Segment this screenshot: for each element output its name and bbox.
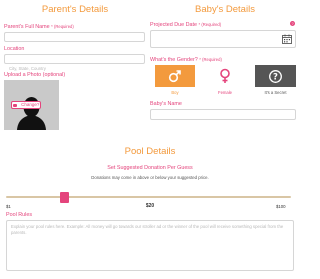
donation-slider[interactable] [6, 190, 291, 204]
parent-full-name-input[interactable] [4, 32, 145, 42]
pool-rules-label: Pool Rules [6, 212, 33, 218]
required-marker: * (Required) [51, 24, 74, 29]
parent-full-name-label: Parent's Full Name * (Required) [4, 24, 74, 30]
change-photo-label: Change? [21, 102, 40, 107]
donation-note: Donations may come in above or below you… [91, 175, 209, 180]
photo-placeholder[interactable]: Change? [4, 80, 59, 130]
male-symbol-icon [168, 70, 181, 83]
upload-photo-label: Upload a Photo (optional) [4, 72, 66, 78]
baby-name-input[interactable] [150, 109, 296, 120]
due-date-label-text: Projected Due Date [150, 22, 198, 28]
slider-track[interactable] [6, 196, 291, 198]
baby-name-label: Baby's Name [150, 101, 182, 107]
required-marker: * (Required) [198, 22, 222, 27]
due-date-input[interactable] [150, 30, 296, 48]
gender-selector: ? Boy Female It's a Secret [155, 65, 296, 99]
camera-icon [12, 103, 17, 107]
gender-label: What's the Gender? * (Required) [150, 57, 222, 63]
gender-secret-caption: It's a Secret [264, 90, 287, 95]
svg-text:?: ? [273, 72, 278, 82]
babys-details-title: Baby's Details [195, 4, 255, 15]
pool-rules-textarea[interactable]: Explain your pool rules here. Example: A… [6, 220, 294, 271]
pool-rules-placeholder: Explain your pool rules here. Example: A… [11, 224, 284, 235]
location-input[interactable]: City, State, Country [4, 54, 145, 71]
calendar-icon[interactable] [282, 34, 292, 44]
parents-details-title: Parent's Details [41, 4, 109, 15]
change-photo-button[interactable]: Change? [11, 101, 41, 109]
donation-heading: Set Suggested Donation Per Guess [107, 165, 193, 171]
gender-boy-caption: Boy [171, 90, 179, 95]
gender-female-button[interactable] [205, 65, 245, 87]
help-icon[interactable]: ? [290, 21, 295, 26]
location-label: Location [4, 46, 25, 52]
gender-label-text: What's the Gender? [150, 57, 198, 63]
due-date-label: Projected Due Date * (Required) [150, 22, 221, 28]
slider-min-label: $1 [6, 204, 11, 209]
slider-handle[interactable] [60, 191, 69, 203]
gender-female-caption: Female [218, 90, 232, 95]
slider-max-label: $100 [276, 204, 286, 209]
gender-secret-button[interactable]: ? [255, 65, 296, 87]
female-symbol-icon [220, 68, 230, 83]
gender-boy-button[interactable] [155, 65, 195, 87]
pool-details-title: Pool Details [124, 146, 176, 157]
slider-value-label: $20 [145, 203, 155, 209]
parent-full-name-label-text: Parent's Full Name [4, 24, 50, 30]
question-mark-icon: ? [269, 69, 282, 83]
location-placeholder: City, State, Country [9, 66, 46, 71]
required-marker: * (Required) [199, 57, 222, 62]
